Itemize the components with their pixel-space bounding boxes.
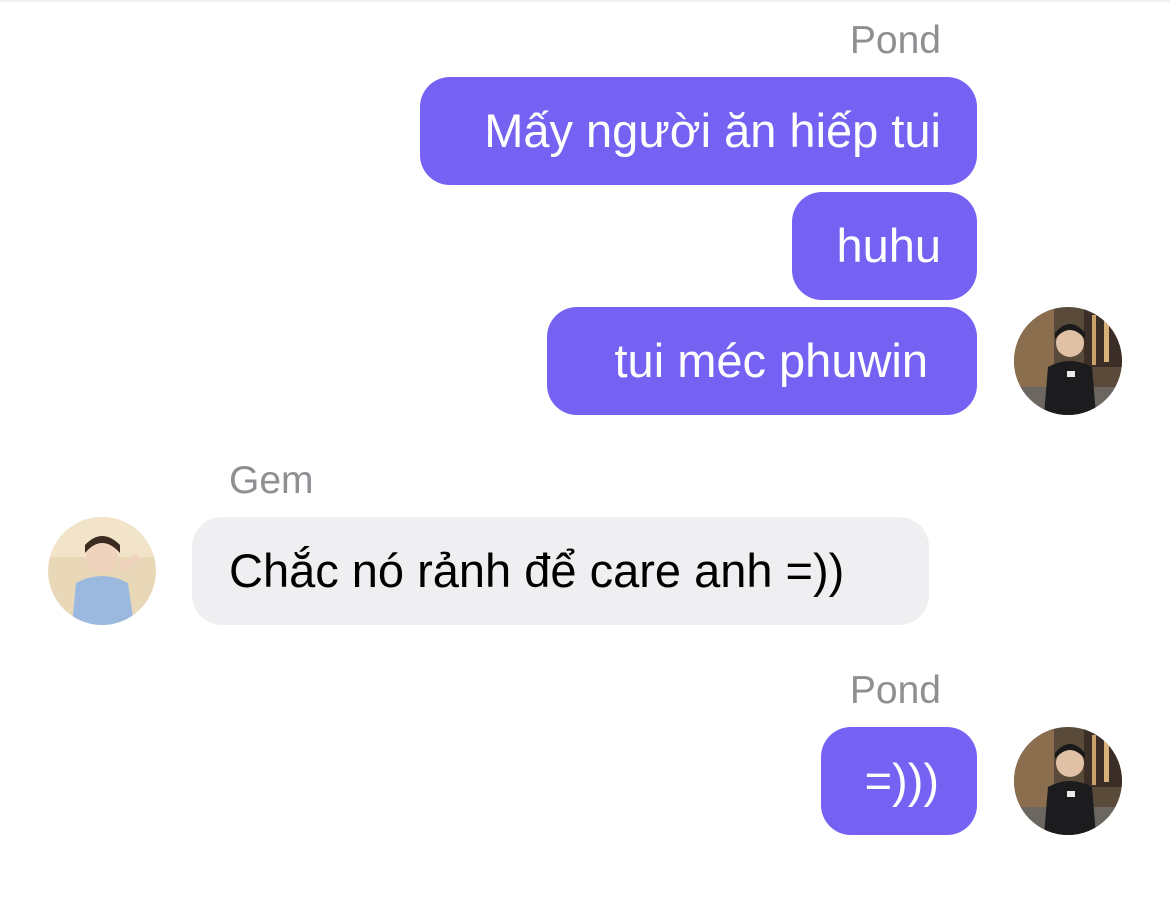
profile-photo-icon (1014, 307, 1122, 415)
sender-name-pond: Pond (849, 669, 941, 712)
message-bubble-outgoing[interactable]: tui méc phuwin (547, 307, 977, 415)
message-bubble-outgoing[interactable]: Mấy người ăn hiếp tui (420, 77, 977, 185)
sender-name-gem: Gem (229, 459, 314, 502)
message-bubble-outgoing[interactable]: =))) (821, 727, 977, 835)
message-text: Mấy người ăn hiếp tui (484, 104, 941, 157)
message-bubble-outgoing[interactable]: huhu (792, 192, 977, 300)
message-text: Chắc nó rảnh để care anh =)) (229, 544, 845, 597)
avatar-pond[interactable] (1014, 727, 1122, 835)
avatar-gem[interactable] (48, 517, 156, 625)
avatar-pond[interactable] (1014, 307, 1122, 415)
top-divider (0, 0, 1170, 2)
sender-name-pond: Pond (849, 19, 941, 62)
profile-photo-icon (48, 517, 156, 625)
message-text: huhu (836, 219, 941, 272)
message-text: tui méc phuwin (614, 334, 929, 387)
message-text: =))) (864, 754, 939, 807)
profile-photo-icon (1014, 727, 1122, 835)
message-bubble-incoming[interactable]: Chắc nó rảnh để care anh =)) (192, 517, 929, 625)
